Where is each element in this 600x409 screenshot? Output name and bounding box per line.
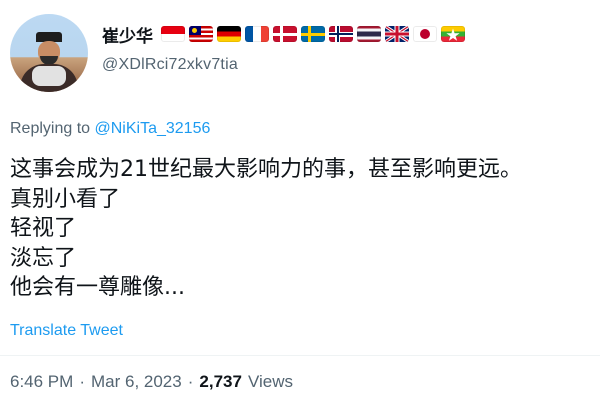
translate-tweet-link[interactable]: Translate Tweet <box>10 322 123 340</box>
views-label: Views <box>247 372 293 391</box>
tweet-date[interactable]: Mar 6, 2023 <box>91 372 182 392</box>
flag-indonesia-icon <box>161 26 185 42</box>
views-count: 2,737 <box>199 372 242 391</box>
flag-norway-icon <box>329 26 353 42</box>
tweet-text: 这事会成为21世纪最大影响力的事，甚至影响更远。 真别小看了 轻视了 淡忘了 他… <box>10 155 522 303</box>
flag-united-kingdom-icon <box>385 26 409 42</box>
replying-to: Replying to @NiKiTa_32156 <box>10 120 210 138</box>
flag-malaysia-icon <box>189 26 213 42</box>
flag-germany-icon <box>217 26 241 42</box>
avatar[interactable] <box>10 14 88 92</box>
flag-thailand-icon <box>357 26 381 42</box>
reply-mention-link[interactable]: @NiKiTa_32156 <box>95 120 211 137</box>
divider <box>0 355 600 356</box>
tweet-meta: 6:46 PM · Mar 6, 2023 · 2,737 Views <box>10 372 293 392</box>
meta-separator: · <box>79 372 85 391</box>
flag-france-icon <box>245 26 269 42</box>
meta-separator: · <box>187 372 194 391</box>
flag-myanmar-icon <box>441 26 465 42</box>
user-handle[interactable]: @XDlRci72xkv7tia <box>102 56 238 74</box>
tweet-line: 这事会成为21世纪最大影响力的事，甚至影响更远。 <box>10 157 522 182</box>
tweet-time[interactable]: 6:46 PM <box>10 372 73 392</box>
flag-denmark-icon <box>273 26 297 42</box>
tweet-line: 轻视了 <box>10 216 77 241</box>
replying-to-label: Replying to <box>10 120 91 137</box>
flag-sweden-icon <box>301 26 325 42</box>
display-name[interactable]: 崔少华 <box>102 22 153 47</box>
flag-japan-icon <box>413 26 437 42</box>
author-name-row: 崔少华 <box>102 20 465 48</box>
tweet-line: 他会有一尊雕像... <box>10 275 185 300</box>
tweet-line: 真别小看了 <box>10 186 121 212</box>
tweet-line: 淡忘了 <box>10 245 77 271</box>
